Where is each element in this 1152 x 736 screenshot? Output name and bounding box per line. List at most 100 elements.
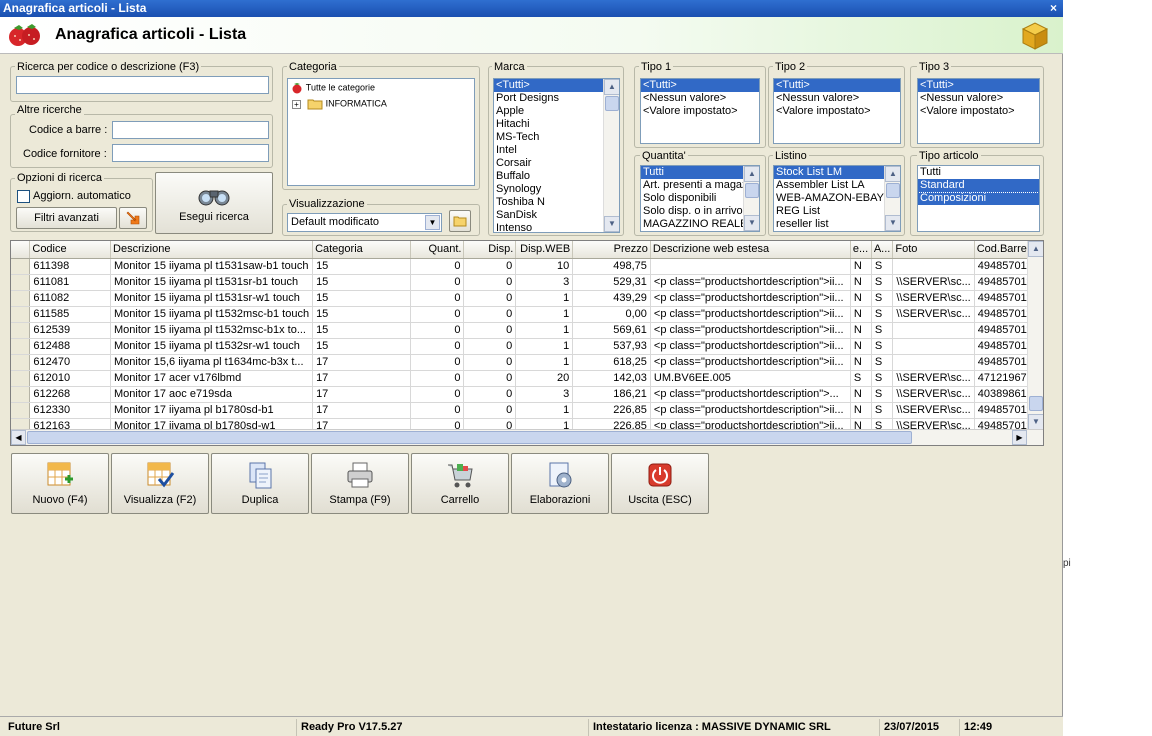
table-cell[interactable]: \\SERVER\sc... [892, 306, 975, 323]
scroll-up-icon[interactable]: ▲ [885, 166, 900, 182]
table-row[interactable]: 612010 Monitor 17 acer v176lbmd 17 0 0 20 142,… [11, 370, 1043, 387]
table-cell[interactable]: 498,75 [572, 258, 651, 275]
table-cell[interactable]: 0 [463, 290, 517, 307]
table-cell[interactable]: 17 [312, 354, 411, 371]
table-cell[interactable]: Monitor 15 iiyama pl t1531saw-b1 touch [110, 258, 314, 275]
auto-update-checkbox[interactable] [17, 190, 30, 203]
table-cell[interactable]: 569,61 [572, 322, 651, 339]
list-item[interactable]: Port Designs [494, 92, 619, 105]
column-header[interactable]: Prezzo [572, 241, 651, 259]
table-cell[interactable]: 612330 [29, 402, 112, 419]
table-cell[interactable]: S [871, 386, 894, 403]
table-cell[interactable]: S [850, 370, 872, 387]
list-item[interactable]: <Nessun valore> [774, 92, 900, 105]
table-row[interactable]: 612268 Monitor 17 aoc e719sda 17 0 0 3 186,21 <… [11, 386, 1043, 403]
table-cell[interactable] [892, 338, 975, 355]
table-cell[interactable]: S [871, 290, 894, 307]
advanced-filters-button[interactable]: Filtri avanzati [16, 207, 117, 229]
tree-item-informatica[interactable]: + INFORMATICA [292, 98, 387, 110]
table-cell[interactable]: <p class="productshortdescription">ii... [650, 402, 851, 419]
list-item[interactable]: Solo disp. o in arrivo [641, 205, 759, 218]
table-row[interactable]: 612488 Monitor 15 iiyama pl t1532sr-w1 to… [11, 338, 1043, 355]
quantity-list[interactable]: Tutti Art. presenti a magazzino Solo dispo… [640, 165, 760, 232]
row-indicator[interactable] [11, 386, 31, 403]
table-cell[interactable]: Monitor 15 iiyama pl t1532msc-b1 touch [110, 306, 314, 323]
table-cell[interactable]: 0,00 [572, 306, 651, 323]
list-item[interactable]: <Tutti> [494, 79, 619, 93]
table-cell[interactable]: 0 [463, 370, 517, 387]
table-cell[interactable]: S [871, 322, 894, 339]
cart-button[interactable]: Carrello [411, 453, 509, 514]
column-header[interactable]: Descrizione web estesa [650, 241, 851, 259]
list-item[interactable]: Composizioni [918, 192, 1039, 205]
table-cell[interactable]: 0 [463, 274, 517, 291]
table-cell[interactable]: 612010 [29, 370, 112, 387]
list-item[interactable]: MS-Tech [494, 131, 619, 144]
table-cell[interactable]: 1 [515, 338, 574, 355]
column-header[interactable]: Quant. [410, 241, 465, 259]
table-cell[interactable]: S [871, 306, 894, 323]
search-input[interactable] [16, 76, 269, 94]
chevron-down-icon[interactable]: ▼ [425, 215, 440, 230]
table-cell[interactable]: 612470 [29, 354, 112, 371]
table-cell[interactable]: 0 [463, 258, 517, 275]
table-cell[interactable]: S [871, 338, 894, 355]
list-item[interactable]: <Tutti> [918, 79, 1039, 93]
list-item[interactable]: <Nessun valore> [918, 92, 1039, 105]
table-row[interactable]: 611398 Monitor 15 iiyama pl t1531saw-b1 t… [11, 258, 1043, 275]
list-item[interactable]: Art. presenti a magazzino [641, 179, 759, 192]
barcode-field[interactable] [112, 121, 269, 139]
table-cell[interactable]: 612488 [29, 338, 112, 355]
table-cell[interactable]: Monitor 17 aoc e719sda [110, 386, 314, 403]
tipo2-list[interactable]: <Tutti> <Nessun valore> <Valore impostato> [773, 78, 901, 144]
close-icon[interactable]: × [1050, 0, 1057, 17]
list-item[interactable]: <Valore impostato> [918, 105, 1039, 118]
table-cell[interactable]: 186,21 [572, 386, 651, 403]
scroll-thumb[interactable] [27, 431, 912, 444]
tipo1-list[interactable]: <Tutti> <Nessun valore> <Valore impostato> [640, 78, 760, 144]
scroll-thumb[interactable] [1029, 396, 1043, 411]
table-cell[interactable]: 529,31 [572, 274, 651, 291]
table-cell[interactable]: N [850, 258, 872, 275]
brand-list[interactable]: <Tutti> Port Designs Apple Hitachi MS-Tech In… [493, 78, 620, 233]
scroll-down-icon[interactable]: ▼ [1028, 414, 1043, 430]
column-header[interactable]: Disp. [463, 241, 517, 259]
table-cell[interactable]: 17 [312, 370, 411, 387]
table-cell[interactable]: <p class="productshortdescription">ii... [650, 322, 851, 339]
row-indicator[interactable] [11, 306, 31, 323]
table-cell[interactable] [892, 354, 975, 371]
table-cell[interactable]: N [850, 386, 872, 403]
table-cell[interactable]: 15 [312, 290, 411, 307]
view-select[interactable]: Default modificato ▼ [287, 213, 442, 232]
table-cell[interactable] [892, 322, 975, 339]
list-item[interactable]: <Valore impostato> [641, 105, 759, 118]
filter-arrow-button[interactable] [119, 207, 147, 229]
table-cell[interactable]: 1 [515, 306, 574, 323]
table-cell[interactable]: 0 [410, 402, 465, 419]
table-cell[interactable]: N [850, 274, 872, 291]
row-indicator[interactable] [11, 338, 31, 355]
scroll-up-icon[interactable]: ▲ [604, 79, 619, 95]
new-button[interactable]: Nuovo (F4) [11, 453, 109, 514]
table-cell[interactable]: 611398 [29, 258, 112, 275]
table-cell[interactable]: 618,25 [572, 354, 651, 371]
table-cell[interactable]: 611081 [29, 274, 112, 291]
scroll-up-icon[interactable]: ▲ [1028, 241, 1043, 257]
scroll-thumb[interactable] [745, 183, 759, 198]
table-cell[interactable]: Monitor 17 iiyama pl b1780sd-b1 [110, 402, 314, 419]
table-cell[interactable]: S [871, 258, 894, 275]
column-header[interactable]: Codice [29, 241, 112, 259]
view-folder-button[interactable] [449, 210, 471, 232]
table-cell[interactable]: <p class="productshortdescription">... [650, 386, 851, 403]
table-row[interactable]: 611585 Monitor 15 iiyama pl t1532msc-b1 t… [11, 306, 1043, 323]
print-button[interactable]: Stampa (F9) [311, 453, 409, 514]
table-vertical-scrollbar[interactable]: ▲ ▼ [1027, 241, 1043, 430]
table-cell[interactable]: 15 [312, 306, 411, 323]
table-cell[interactable]: 0 [410, 290, 465, 307]
row-indicator[interactable] [11, 274, 31, 291]
list-item[interactable]: Corsair [494, 157, 619, 170]
table-cell[interactable]: S [871, 354, 894, 371]
list-item[interactable]: <Nessun valore> [641, 92, 759, 105]
row-indicator[interactable] [11, 290, 31, 307]
scroll-thumb[interactable] [605, 96, 619, 111]
